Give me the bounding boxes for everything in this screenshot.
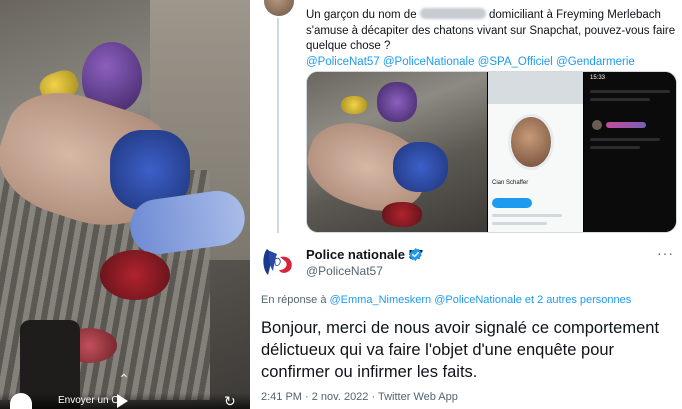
tweet-text: Un garçon du nom de domiciliant à Freymi… [306, 8, 676, 70]
media-thumbnail-snapchat[interactable]: 15:33 [584, 72, 676, 232]
reply-context: En réponse à @Emma_Nimeskern @PoliceNati… [261, 294, 631, 306]
verified-badge-icon [409, 247, 422, 262]
media-time: 15:33 [590, 75, 606, 81]
handle[interactable]: @PoliceNat57 [306, 264, 383, 278]
tweet-timestamp[interactable]: 2:41 PM · 2 nov. 2022 · Twitter Web App [261, 391, 458, 403]
redacted-name [419, 8, 486, 19]
refresh-icon[interactable]: ↻ [224, 394, 236, 408]
media-profile-name: Cian Schaffer [492, 180, 529, 186]
media-thumbnail-profile[interactable]: Cian Schaffer [488, 72, 583, 232]
avatar[interactable] [264, 0, 294, 16]
reply-mention-2[interactable]: @PoliceNationale [434, 294, 522, 306]
media-profile-photo [508, 114, 554, 170]
snapchat-logo-icon [10, 393, 32, 409]
media-thumbnail-video[interactable] [307, 72, 487, 232]
video-frame[interactable]: ⌃ Envoyer un Ch ↻ [0, 0, 250, 409]
tweet-media[interactable]: Cian Schaffer 15:33 [306, 71, 677, 233]
tweet-original[interactable]: Un garçon du nom de domiciliant à Freymi… [250, 0, 682, 233]
play-icon[interactable] [117, 394, 128, 408]
tweet-body: Bonjour, merci de nous avoir signalé ce … [261, 319, 660, 381]
reply-mention-1[interactable]: @Emma_Nimeskern [330, 294, 432, 306]
reply-others[interactable]: et 2 autres personnes [525, 294, 631, 306]
video-stain [100, 250, 170, 300]
more-options-icon[interactable]: ··· [657, 245, 674, 261]
thread-line [277, 18, 279, 233]
tweet-text-start: Un garçon du nom de [306, 9, 417, 21]
display-name[interactable]: Police nationale 57 [306, 247, 423, 262]
send-label[interactable]: Envoyer un Ch [58, 395, 124, 406]
police-nationale-logo-icon[interactable] [258, 243, 298, 281]
media-profile-button [492, 198, 532, 208]
tweet-mentions[interactable]: @PoliceNat57 @PoliceNationale @SPA_Offic… [306, 56, 635, 68]
chevron-up-icon[interactable]: ⌃ [118, 372, 130, 386]
tweet-reply[interactable]: Police nationale 57 @PoliceNat57 ··· En … [250, 233, 682, 409]
reply-prefix: En réponse à [261, 294, 327, 306]
